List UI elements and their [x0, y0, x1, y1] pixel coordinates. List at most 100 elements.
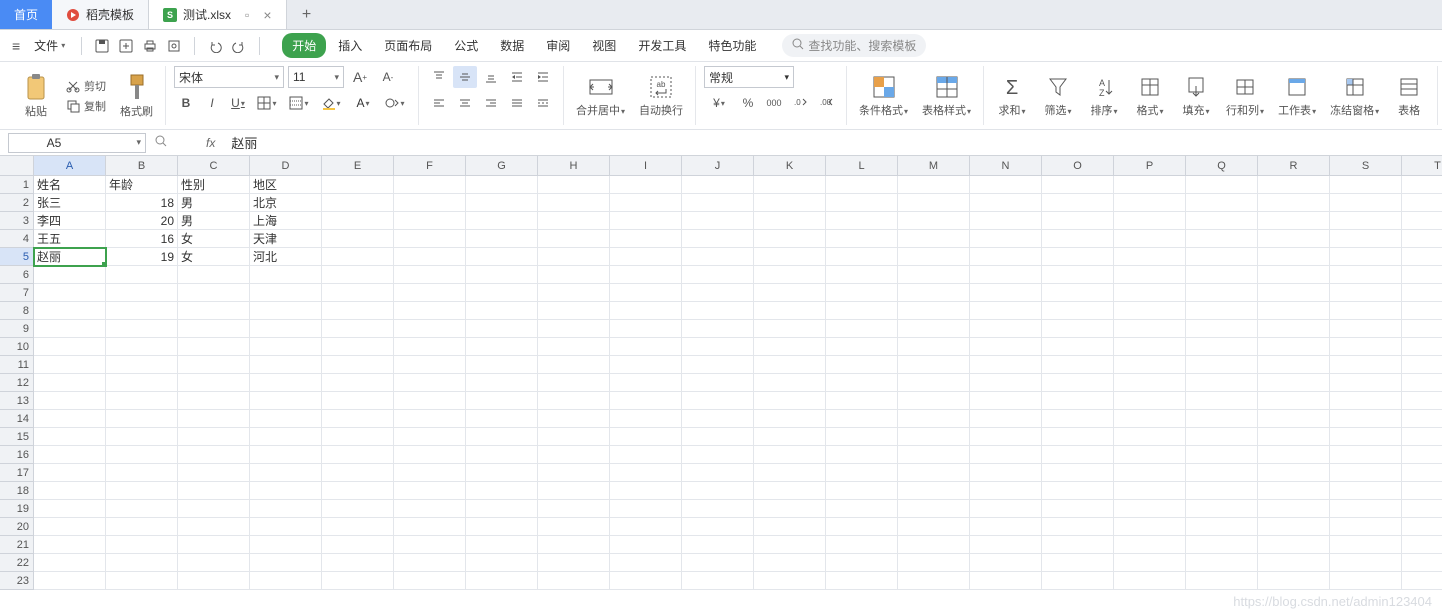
cell-D5[interactable]: 河北 [250, 248, 322, 266]
cell-P6[interactable] [1114, 266, 1186, 284]
cell-E5[interactable] [322, 248, 394, 266]
tab-home[interactable]: 首页 [0, 0, 52, 29]
cell-P7[interactable] [1114, 284, 1186, 302]
cell-A11[interactable] [34, 356, 106, 374]
cell-K15[interactable] [754, 428, 826, 446]
cell-O5[interactable] [1042, 248, 1114, 266]
cell-R1[interactable] [1258, 176, 1330, 194]
cell-F14[interactable] [394, 410, 466, 428]
cell-D18[interactable] [250, 482, 322, 500]
cell-Q12[interactable] [1186, 374, 1258, 392]
save-as-icon[interactable] [116, 36, 136, 56]
col-head-B[interactable]: B [106, 156, 178, 176]
fill-color-button[interactable]: ▾ [316, 92, 346, 114]
cell-F3[interactable] [394, 212, 466, 230]
cell-T12[interactable] [1402, 374, 1442, 392]
align-top-icon[interactable] [427, 66, 451, 88]
cell-C14[interactable] [178, 410, 250, 428]
cell-C16[interactable] [178, 446, 250, 464]
align-left-icon[interactable] [427, 92, 451, 114]
table-tool-button[interactable]: 表格 [1389, 74, 1429, 118]
cell-P3[interactable] [1114, 212, 1186, 230]
cell-O9[interactable] [1042, 320, 1114, 338]
cell-M5[interactable] [898, 248, 970, 266]
cell-M23[interactable] [898, 572, 970, 590]
cell-Q1[interactable] [1186, 176, 1258, 194]
cell-P13[interactable] [1114, 392, 1186, 410]
cell-J5[interactable] [682, 248, 754, 266]
cell-E11[interactable] [322, 356, 394, 374]
cell-A22[interactable] [34, 554, 106, 572]
cell-K17[interactable] [754, 464, 826, 482]
row-head-20[interactable]: 20 [0, 518, 34, 536]
ribbon-tab-start[interactable]: 开始 [282, 33, 326, 58]
cell-D8[interactable] [250, 302, 322, 320]
cell-E19[interactable] [322, 500, 394, 518]
cell-C18[interactable] [178, 482, 250, 500]
ribbon-tab-formula[interactable]: 公式 [444, 33, 488, 58]
cell-J7[interactable] [682, 284, 754, 302]
cell-H23[interactable] [538, 572, 610, 590]
row-head-16[interactable]: 16 [0, 446, 34, 464]
cell-I23[interactable] [610, 572, 682, 590]
cell-E1[interactable] [322, 176, 394, 194]
cell-T6[interactable] [1402, 266, 1442, 284]
print-preview-icon[interactable] [164, 36, 184, 56]
cell-B15[interactable] [106, 428, 178, 446]
cell-P2[interactable] [1114, 194, 1186, 212]
cell-L3[interactable] [826, 212, 898, 230]
col-head-M[interactable]: M [898, 156, 970, 176]
cell-O16[interactable] [1042, 446, 1114, 464]
cell-G5[interactable] [466, 248, 538, 266]
cell-A8[interactable] [34, 302, 106, 320]
cell-G16[interactable] [466, 446, 538, 464]
cell-A9[interactable] [34, 320, 106, 338]
cell-O22[interactable] [1042, 554, 1114, 572]
cell-Q9[interactable] [1186, 320, 1258, 338]
cell-K2[interactable] [754, 194, 826, 212]
cell-D14[interactable] [250, 410, 322, 428]
cell-I7[interactable] [610, 284, 682, 302]
cell-R5[interactable] [1258, 248, 1330, 266]
cell-N16[interactable] [970, 446, 1042, 464]
cell-N20[interactable] [970, 518, 1042, 536]
cell-P12[interactable] [1114, 374, 1186, 392]
col-head-R[interactable]: R [1258, 156, 1330, 176]
cell-T19[interactable] [1402, 500, 1442, 518]
cell-C2[interactable]: 男 [178, 194, 250, 212]
cell-T16[interactable] [1402, 446, 1442, 464]
cell-F6[interactable] [394, 266, 466, 284]
col-head-L[interactable]: L [826, 156, 898, 176]
row-head-5[interactable]: 5 [0, 248, 34, 266]
cell-L19[interactable] [826, 500, 898, 518]
cell-E4[interactable] [322, 230, 394, 248]
cell-B22[interactable] [106, 554, 178, 572]
cell-O7[interactable] [1042, 284, 1114, 302]
cell-F19[interactable] [394, 500, 466, 518]
cell-Q17[interactable] [1186, 464, 1258, 482]
cell-Q14[interactable] [1186, 410, 1258, 428]
cell-J21[interactable] [682, 536, 754, 554]
cell-G2[interactable] [466, 194, 538, 212]
align-right-icon[interactable] [479, 92, 503, 114]
cell-A1[interactable]: 姓名 [34, 176, 106, 194]
cell-G4[interactable] [466, 230, 538, 248]
cell-P22[interactable] [1114, 554, 1186, 572]
cell-F15[interactable] [394, 428, 466, 446]
cell-C1[interactable]: 性别 [178, 176, 250, 194]
cell-G17[interactable] [466, 464, 538, 482]
cell-M10[interactable] [898, 338, 970, 356]
cell-K5[interactable] [754, 248, 826, 266]
cell-J13[interactable] [682, 392, 754, 410]
cell-O8[interactable] [1042, 302, 1114, 320]
cell-P14[interactable] [1114, 410, 1186, 428]
cell-P18[interactable] [1114, 482, 1186, 500]
cell-G13[interactable] [466, 392, 538, 410]
align-distribute-icon[interactable] [531, 92, 555, 114]
cell-G21[interactable] [466, 536, 538, 554]
cell-R18[interactable] [1258, 482, 1330, 500]
cell-N1[interactable] [970, 176, 1042, 194]
percent-icon[interactable]: % [736, 92, 760, 114]
cell-C7[interactable] [178, 284, 250, 302]
cell-O6[interactable] [1042, 266, 1114, 284]
